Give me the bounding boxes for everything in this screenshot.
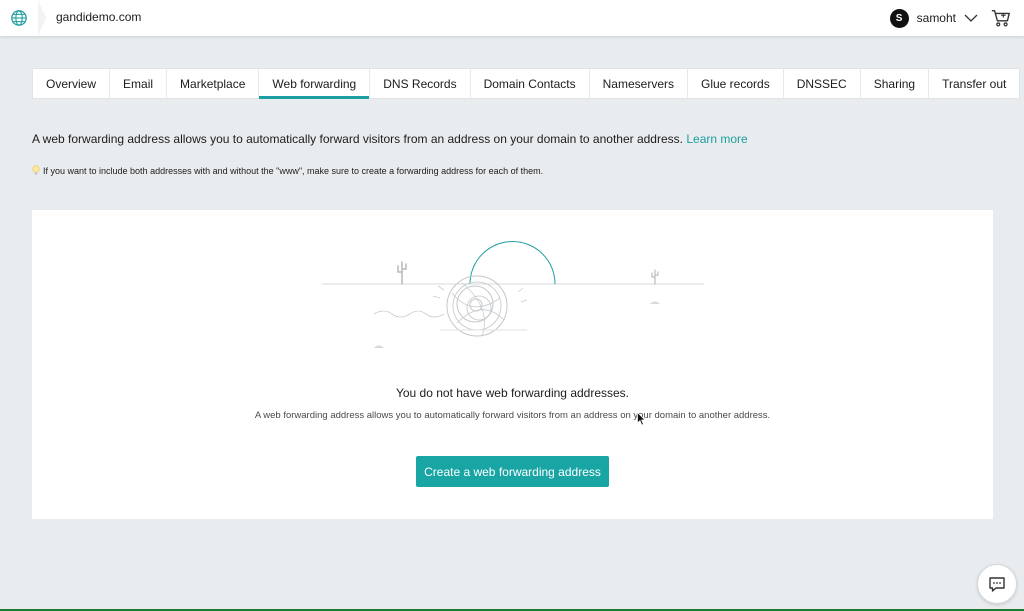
tab-dns-records[interactable]: DNS Records [370,69,471,98]
tab-nameservers[interactable]: Nameservers [590,69,688,98]
tab-transfer-out[interactable]: Transfer out [929,69,1019,98]
globe-icon [11,10,27,26]
tab-sharing[interactable]: Sharing [861,69,930,98]
empty-state-panel: You do not have web forwarding addresses… [32,210,993,519]
username: samoht [916,11,956,25]
chat-button[interactable] [977,564,1017,604]
hint-text: If you want to include both addresses wi… [43,165,544,176]
domain-name: gandidemo.com [56,10,142,24]
cart-icon[interactable] [990,7,1012,29]
hint-row: If you want to include both addresses wi… [32,165,543,176]
intro-description: A web forwarding address allows you to a… [32,132,683,146]
lightbulb-icon [32,165,40,175]
tab-overview[interactable]: Overview [33,69,111,98]
tab-dnssec[interactable]: DNSSEC [784,69,861,98]
mouse-cursor-icon [637,412,646,426]
avatar: S [889,8,909,28]
empty-state-title: You do not have web forwarding addresses… [395,386,630,400]
intro-text: A web forwarding address allows you to a… [32,132,748,146]
chat-icon [989,576,1005,592]
domain-globe-button[interactable] [0,0,46,36]
domain-tabs: Overview Email Marketplace Web forwardin… [32,68,1021,99]
tab-glue-records[interactable]: Glue records [688,69,784,98]
create-web-forwarding-button[interactable]: Create a web forwarding address [416,456,609,487]
empty-state-description: A web forwarding address allows you to a… [254,410,771,421]
top-bar: gandidemo.com S samoht [0,0,1024,36]
tab-domain-contacts[interactable]: Domain Contacts [471,69,590,98]
chevron-down-icon [964,14,978,22]
user-menu[interactable]: S samoht [889,7,978,29]
tab-marketplace[interactable]: Marketplace [167,69,260,98]
tab-email[interactable]: Email [110,69,168,98]
desert-tumbleweed-illustration [322,241,704,348]
learn-more-link[interactable]: Learn more [686,132,747,146]
tab-web-forwarding[interactable]: Web forwarding [259,69,371,99]
